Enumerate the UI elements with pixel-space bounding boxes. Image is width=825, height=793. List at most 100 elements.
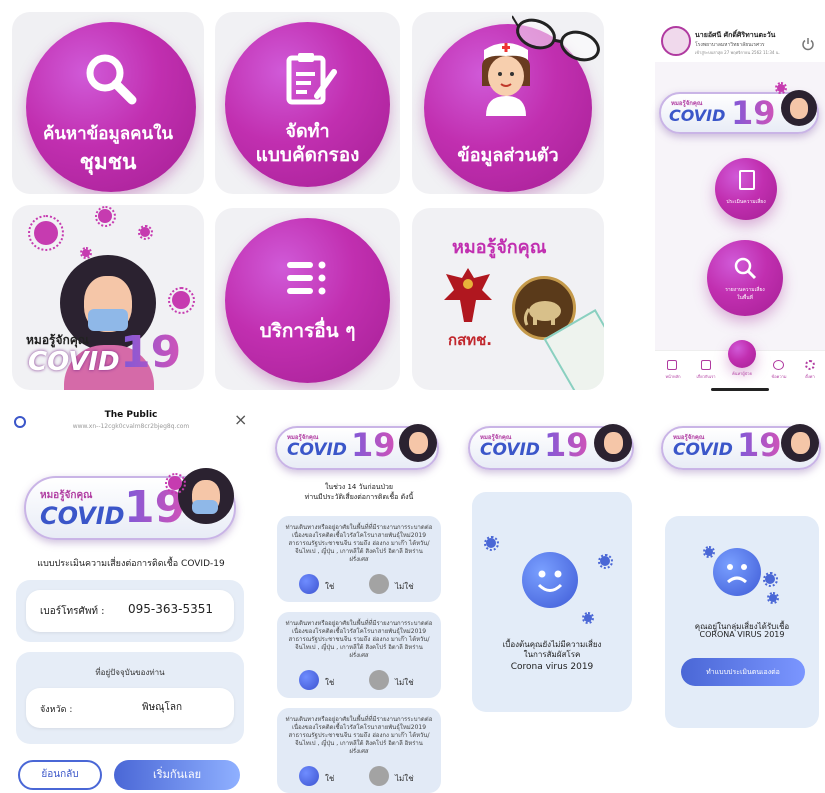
lock-icon[interactable] [701, 360, 711, 370]
questionnaire-heading-2: ท่านมีประวัติเสี่ยงต่อการติดเชื้อ ดังนี้ [304, 493, 414, 501]
search-patient-button[interactable] [728, 340, 756, 368]
phone-label: เบอร์โทรศัพท์ : [40, 606, 105, 617]
site-title: The Public [104, 410, 158, 420]
happy-face-icon [522, 552, 578, 608]
question-text: ท่านเดินทางหรืออยู่อาศัยในพื้นที่ที่มีรา… [285, 716, 433, 755]
last-login: เข้าสู่ระบบล่าสุด 27 พฤศจิกายน 2562 11:3… [695, 50, 780, 55]
yes-label: ใช่ [325, 582, 335, 591]
virus-icon [775, 82, 787, 94]
no-radio[interactable] [369, 574, 389, 594]
brand-covid-text: COVID [673, 440, 733, 460]
hospital-name: โรงพยาบาลมหาวิทยาลัยนเรศวร [695, 42, 765, 48]
brand-19-text: 19 [737, 426, 782, 464]
virus-icon [703, 546, 715, 558]
search-people-label: ค้นหาข้อมูลคนใน [42, 124, 174, 144]
phone-home-screen: นายอัศนี ศักดิ์ศิริทานตะวัน โรงพยาบาลมหา… [655, 0, 825, 396]
yes-radio[interactable] [299, 574, 319, 594]
virus-icon [483, 535, 499, 551]
screening-label-2: แบบคัดกรอง [255, 144, 360, 166]
face-mask [192, 500, 218, 514]
avatar[interactable] [661, 26, 691, 56]
brand-covid-text: COVID [40, 502, 125, 530]
nav-about-label[interactable]: เกี่ยวกับเรา [693, 373, 719, 380]
high-risk-line-2: CORONA VIRUS 2019 [699, 630, 785, 639]
form-heading: แบบประเมินความเสี่ยงต่อการติดเชื้อ COVID… [37, 559, 225, 569]
low-risk-result-screen: หมอรู้จักคุณ COVID 19 เบื้องต้นคุณยังไม่… [464, 404, 644, 793]
home-indicator [711, 388, 769, 391]
virus-icon [597, 553, 613, 569]
yes-label: ใช่ [325, 774, 335, 783]
brand-19-text: 19 [544, 426, 589, 464]
woman-avatar [178, 468, 234, 524]
question-text: ท่านเดินทางหรืออยู่อาศัยในพื้นที่ที่มีรา… [285, 524, 433, 563]
clipboard-edit-icon [285, 50, 337, 106]
people-search-icon [733, 256, 757, 280]
self-assessment-button[interactable]: ทำแบบประเมินตนเองต่อ [681, 658, 805, 686]
brand-covid-text: COVID [669, 106, 726, 125]
virus-icon [28, 215, 64, 251]
assessment-form-screen: The Public www.xn--12cgk0cvalm8cr2bjeg8q… [0, 404, 262, 793]
covid-doctor-tile[interactable]: หมอรู้จักคุณ COVID 19 [12, 205, 204, 390]
nav-settings-label[interactable]: ตั้งค่า [797, 373, 823, 380]
location-heading: ที่อยู่ปัจจุบันของท่าน [95, 668, 165, 677]
doctor-title: หมอรู้จักคุณ [452, 237, 547, 258]
low-risk-line-2: ในการสัมผัสโรค [523, 650, 581, 659]
question-card: ท่านเดินทางหรืออยู่อาศัยในพื้นที่ที่มีรา… [277, 516, 441, 602]
woman-avatar [781, 90, 817, 126]
yes-radio[interactable] [299, 670, 319, 690]
garuda-emblem-icon [442, 264, 494, 326]
gear-icon[interactable] [805, 360, 815, 370]
search-people-label-2: ชุมชน [79, 150, 137, 174]
nav-home-label[interactable]: หน้าหลัก [660, 373, 686, 380]
phone-value[interactable]: 095-363-5351 [128, 602, 213, 616]
no-label: ไม่ใช่ [395, 774, 414, 783]
no-radio[interactable] [369, 766, 389, 786]
sad-face-icon [713, 548, 761, 596]
brand-19-text: 19 [731, 94, 776, 132]
screening-form-tile[interactable]: จัดทำ แบบคัดกรอง [215, 12, 400, 194]
yes-label: ใช่ [325, 678, 335, 687]
question-card: ท่านเดินทางหรืออยู่อาศัยในพื้นที่ที่มีรา… [277, 708, 441, 793]
doctor-knows-you-tile[interactable]: หมอรู้จักคุณ กสทช. [412, 208, 604, 390]
list-icon [285, 258, 329, 298]
close-icon[interactable]: × [234, 410, 247, 429]
virus-icon [762, 571, 778, 587]
virus-icon [767, 592, 779, 604]
user-name: นายอัศนี ศักดิ์ศิริทานตะวัน [695, 31, 776, 39]
nav-search-label[interactable]: ค้นหาผู้ป่วย [729, 370, 755, 377]
virus-icon [80, 247, 92, 259]
brand-covid-text: COVID [480, 440, 540, 460]
yes-radio[interactable] [299, 766, 319, 786]
virus-icon [167, 286, 195, 314]
no-label: ไม่ใช่ [395, 582, 414, 591]
area-risk-label-2: ในพื้นที่ [737, 295, 753, 301]
virus-icon [137, 224, 153, 240]
low-risk-line-3: Corona virus 2019 [510, 662, 594, 672]
search-icon [82, 50, 138, 106]
back-button[interactable]: ย้อนกลับ [18, 760, 102, 790]
question-text: ท่านเดินทางหรืออยู่อาศัยในพื้นที่ที่มีรา… [285, 620, 433, 659]
nav-message-label[interactable]: ข้อความ [766, 373, 792, 380]
province-value[interactable]: พิษณุโลก [142, 700, 182, 715]
questionnaire-screen: หมอรู้จักคุณ COVID 19 ในช่วง 14 วันก่อนป… [271, 404, 451, 793]
virus-icon [164, 472, 186, 494]
profile-tile[interactable]: ข้อมูลส่วนตัว [412, 12, 604, 194]
search-people-tile[interactable]: ค้นหาข้อมูลคนใน ชุมชน [12, 12, 204, 194]
woman-avatar [399, 424, 437, 462]
site-url: www.xn--12cgk0cvalm8cr2bjeg8q.com [72, 423, 190, 430]
brand-covid-text: COVID [287, 440, 347, 460]
home-icon[interactable] [667, 360, 677, 370]
question-card: ท่านเดินทางหรืออยู่อาศัยในพื้นที่ที่มีรา… [277, 612, 441, 698]
province-label: จังหวัด : [40, 705, 73, 715]
checklist-icon [739, 170, 755, 190]
brand-19-text: 19 [351, 426, 396, 464]
menu-grid: ค้นหาข้อมูลคนใน ชุมชน จัดทำ แบบคัดกรอง ข… [0, 0, 610, 396]
chat-icon[interactable] [773, 360, 784, 370]
no-label: ไม่ใช่ [395, 678, 414, 687]
area-risk-label-1: รายงานความเสี่ยง [725, 287, 765, 293]
no-radio[interactable] [369, 670, 389, 690]
other-services-tile[interactable]: บริการอื่น ๆ [215, 208, 400, 390]
power-icon[interactable] [801, 36, 815, 51]
start-button[interactable]: เริ่มกันเลย [114, 760, 240, 790]
high-risk-result-screen: หมอรู้จักคุณ COVID 19 คุณอยู่ในกลุ่มเสี่… [657, 404, 825, 793]
